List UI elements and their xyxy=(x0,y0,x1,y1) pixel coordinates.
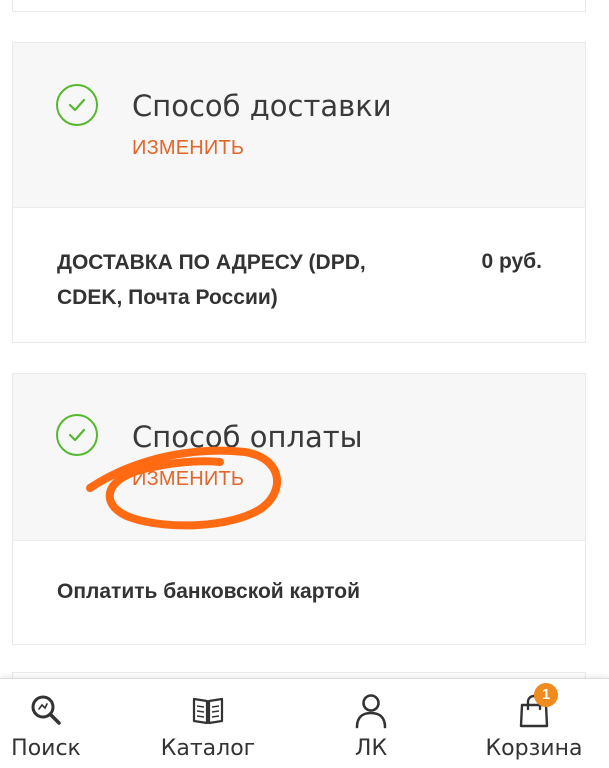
delivery-title: Способ доставки xyxy=(132,89,392,123)
previous-section-card xyxy=(12,0,586,12)
catalog-book-icon xyxy=(191,693,225,732)
delivery-option-name: ДОСТАВКА ПО АДРЕСУ (DPD, CDEK, Почта Рос… xyxy=(57,251,366,309)
nav-account-label: ЛК xyxy=(354,736,388,761)
delivery-change-link[interactable]: ИЗМЕНИТЬ xyxy=(132,137,244,160)
nav-catalog[interactable]: Каталог xyxy=(158,679,258,768)
delivery-option: ДОСТАВКА ПО АДРЕСУ (DPD, CDEK, Почта Рос… xyxy=(13,208,585,342)
nav-cart[interactable]: 1 Корзина xyxy=(484,679,584,768)
delivery-option-price: 0 руб. xyxy=(481,250,542,273)
payment-section-header: Способ оплаты ИЗМЕНИТЬ xyxy=(13,374,585,541)
nav-search-label: Поиск xyxy=(11,736,81,761)
nav-search[interactable]: Поиск xyxy=(0,679,92,768)
delivery-section-header: Способ доставки ИЗМЕНИТЬ xyxy=(13,43,585,208)
payment-option-name: Оплатить банковской картой xyxy=(57,580,361,603)
check-circle-icon xyxy=(56,414,98,456)
payment-section: Способ оплаты ИЗМЕНИТЬ Оплатить банковск… xyxy=(12,373,586,645)
nav-account[interactable]: ЛК xyxy=(340,679,402,768)
payment-change-link[interactable]: ИЗМЕНИТЬ xyxy=(132,468,244,491)
search-icon xyxy=(29,693,63,732)
nav-catalog-label: Каталог xyxy=(160,736,256,761)
cart-count-badge: 1 xyxy=(534,683,558,707)
user-icon xyxy=(354,693,388,734)
bottom-navigation: Поиск Каталог ЛК 1 Корзина xyxy=(0,678,609,768)
delivery-section: Способ доставки ИЗМЕНИТЬ ДОСТАВКА ПО АДР… xyxy=(12,42,586,343)
nav-cart-label: Корзина xyxy=(485,736,583,761)
payment-title: Способ оплаты xyxy=(132,420,363,454)
payment-option: Оплатить банковской картой xyxy=(13,541,585,645)
check-circle-icon xyxy=(56,84,98,126)
